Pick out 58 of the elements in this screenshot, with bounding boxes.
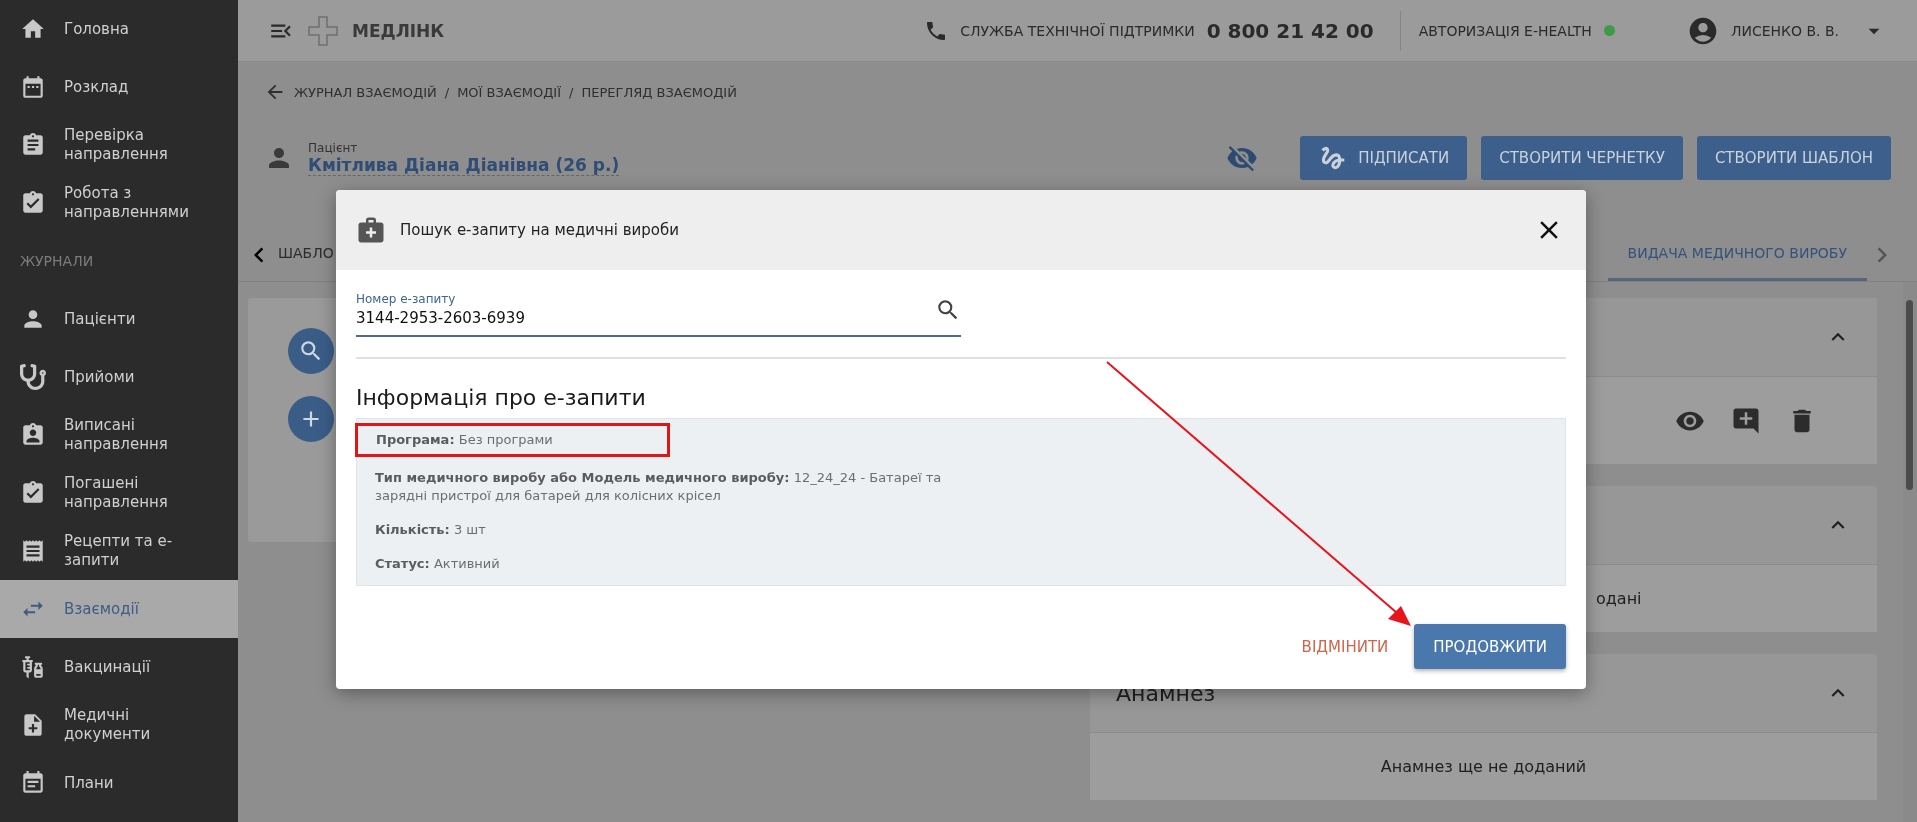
support-phone: 0 800 21 42 00 [1206, 18, 1374, 43]
sidebar-item[interactable]: Виписані направлення [0, 406, 238, 464]
section-title: Інформація про е-запити [356, 385, 647, 410]
field-label: Номер е-запиту [356, 292, 457, 306]
detail-text: Кількість: 3 шт [375, 521, 487, 539]
medical-bag-icon [356, 215, 386, 245]
support-label: СЛУЖБА ТЕХНІЧНОЇ ПІДТРИМКИ [960, 22, 1195, 39]
sidebar-item[interactable]: Вакцинації [0, 638, 238, 696]
logo-icon [306, 13, 340, 48]
user-name[interactable]: ЛИСЕНКО В. В. [1730, 22, 1839, 39]
cancel-button[interactable]: ВІДМІНИТИ [1301, 637, 1389, 656]
scrollbar[interactable] [1903, 282, 1917, 822]
breadcrumb-separator: / [444, 84, 450, 100]
sidebar-item[interactable]: Робота з направленнями [0, 174, 238, 232]
patient-label: Пацієнт [308, 140, 359, 155]
calendar-icon [20, 74, 46, 100]
sidebar-item[interactable]: Рецепти та е-запити [0, 522, 238, 580]
patient-name[interactable]: Кмітлива Діана Діанівна (26 р.) [308, 154, 620, 176]
dialog-title: Пошук е-запиту на медичні вироби [400, 221, 679, 239]
sidebar-item[interactable]: Головна [0, 0, 238, 58]
section-heading: ЖУРНАЛИ [20, 253, 94, 269]
detail-text: Програма: Без програми [376, 431, 554, 449]
add-button[interactable] [288, 396, 334, 442]
breadcrumb-link[interactable]: ЖУРНАЛ ВЗАЄМОДІЙ [294, 84, 437, 100]
stethoscope-icon [20, 364, 46, 390]
input-field[interactable]: 3144-2953-2603-6939 [356, 309, 935, 327]
receipt-icon [20, 538, 46, 564]
card-text: одані [1596, 589, 1642, 608]
action-button[interactable]: ПІДПИСАТИ [1300, 136, 1468, 180]
detail-text: Тип медичного виробу або Модель медичного виробу: 12_24_24 - Батареї та зарядні пристрої для батарей для колісних крісел [375, 469, 943, 505]
sidebar-item[interactable]: Розклад [0, 58, 238, 116]
brand-name: МЕДЛІНК [352, 20, 445, 41]
tab[interactable]: ШАБЛО [274, 227, 338, 281]
card-title: Анамнез [1116, 680, 1216, 706]
scrollbar-thumb[interactable] [1906, 300, 1913, 490]
action-button[interactable]: СТВОРИТИ ЧЕРНЕТКУ [1481, 136, 1683, 180]
clipboard-icon [20, 132, 46, 158]
clipboard-check-icon [20, 480, 46, 506]
calendar-icon [20, 770, 46, 796]
breadcrumb-separator: / [569, 84, 574, 100]
card-text: Анамнез ще не доданий [1380, 757, 1587, 776]
sidebar-item[interactable]: Медичні документи [0, 696, 238, 754]
sidebar-item[interactable]: Прийоми [0, 348, 238, 406]
auth-label[interactable]: АВТОРИЗАЦІЯ E-HEALTH [1418, 22, 1592, 39]
breadcrumb-link[interactable]: ПЕРЕГЛЯД ВЗАЄМОДІЙ [581, 84, 737, 100]
syringe-icon [20, 654, 46, 680]
sidebar-item[interactable]: Пацієнти [0, 290, 238, 348]
search-button[interactable] [288, 328, 334, 374]
sidebar-item[interactable]: Взаємодії [0, 580, 238, 638]
continue-button[interactable]: ПРОДОВЖИТИ [1414, 624, 1566, 669]
sidebar-item[interactable]: Плани [0, 754, 238, 812]
breadcrumb-link[interactable]: МОЇ ВЗАЄМОДІЇ [457, 84, 562, 100]
clipboard-icon [20, 422, 46, 448]
action-button[interactable]: СТВОРИТИ ШАБЛОН [1696, 136, 1891, 180]
detail-text: Статус: Активний [375, 555, 501, 573]
sidebar-item[interactable]: Погашені направлення [0, 464, 238, 522]
sidebar-item[interactable]: Перевірка направлення [0, 116, 238, 174]
clipboard-check-icon [20, 190, 46, 216]
